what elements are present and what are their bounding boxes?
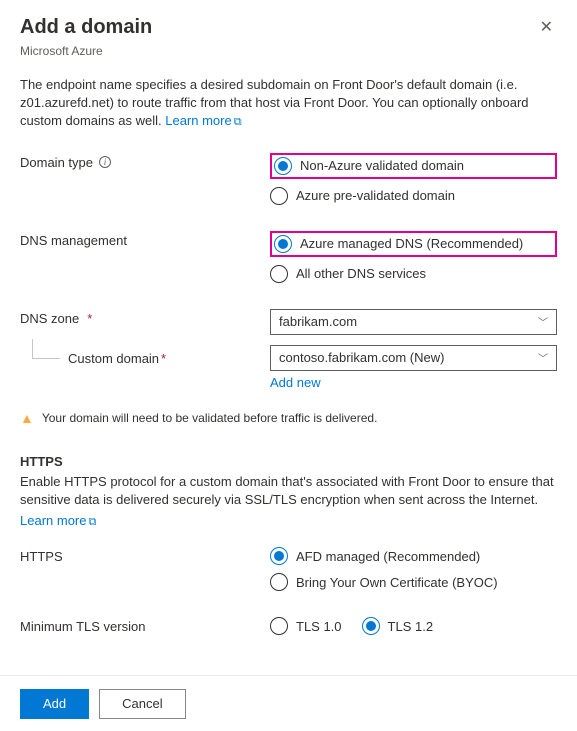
radio-icon [274,157,292,175]
required-indicator: * [87,311,92,326]
page-title: Add a domain [20,16,152,39]
https-description: Enable HTTPS protocol for a custom domai… [20,473,557,509]
radio-azure-prevalidated[interactable]: Azure pre-validated domain [270,187,557,205]
radio-icon [270,617,288,635]
radio-icon [270,187,288,205]
radio-tls-10[interactable]: TLS 1.0 [270,617,342,635]
radio-icon [270,547,288,565]
external-link-icon: ⧉ [88,516,96,528]
tree-connector [32,339,60,359]
dns-zone-value: fabrikam.com [279,314,357,329]
info-icon[interactable]: i [99,156,111,168]
external-link-icon: ⧉ [234,116,242,128]
add-new-link[interactable]: Add new [270,375,557,390]
description-body: The endpoint name specifies a desired su… [20,77,529,128]
https-learn-more-link[interactable]: Learn more⧉ [20,513,96,528]
page-subtitle: Microsoft Azure [20,44,557,58]
radio-icon [274,235,292,253]
custom-domain-label: Custom domain [68,351,159,366]
description-text: The endpoint name specifies a desired su… [20,76,557,131]
cancel-button[interactable]: Cancel [99,689,185,719]
warning-icon: ▲ [20,410,34,426]
chevron-down-icon: ﹀ [538,350,548,365]
radio-afd-managed[interactable]: AFD managed (Recommended) [270,547,557,565]
add-button[interactable]: Add [20,689,89,719]
https-label: HTTPS [20,549,63,564]
footer-bar: Add Cancel [0,675,577,731]
domain-type-highlight: Non-Azure validated domain [270,153,557,179]
min-tls-label: Minimum TLS version [20,619,145,634]
dns-zone-label: DNS zone [20,311,79,326]
radio-byoc[interactable]: Bring Your Own Certificate (BYOC) [270,573,557,591]
radio-azure-managed-dns[interactable]: Azure managed DNS (Recommended) [274,235,523,253]
warning-text: Your domain will need to be validated be… [42,411,378,425]
dns-management-label: DNS management [20,233,127,248]
close-icon[interactable]: ✕ [536,16,557,40]
radio-non-azure-validated[interactable]: Non-Azure validated domain [274,157,464,175]
dns-zone-select[interactable]: fabrikam.com ﹀ [270,309,557,335]
chevron-down-icon: ﹀ [538,314,548,329]
custom-domain-value: contoso.fabrikam.com (New) [279,350,444,365]
radio-other-dns[interactable]: All other DNS services [270,265,557,283]
radio-icon [362,617,380,635]
radio-icon [270,573,288,591]
learn-more-link[interactable]: Learn more⧉ [165,113,241,128]
radio-tls-12[interactable]: TLS 1.2 [362,617,434,635]
required-indicator: * [161,351,166,366]
radio-icon [270,265,288,283]
dns-management-highlight: Azure managed DNS (Recommended) [270,231,557,257]
domain-type-label: Domain type [20,155,93,170]
custom-domain-select[interactable]: contoso.fabrikam.com (New) ﹀ [270,345,557,371]
https-heading: HTTPS [20,454,557,469]
